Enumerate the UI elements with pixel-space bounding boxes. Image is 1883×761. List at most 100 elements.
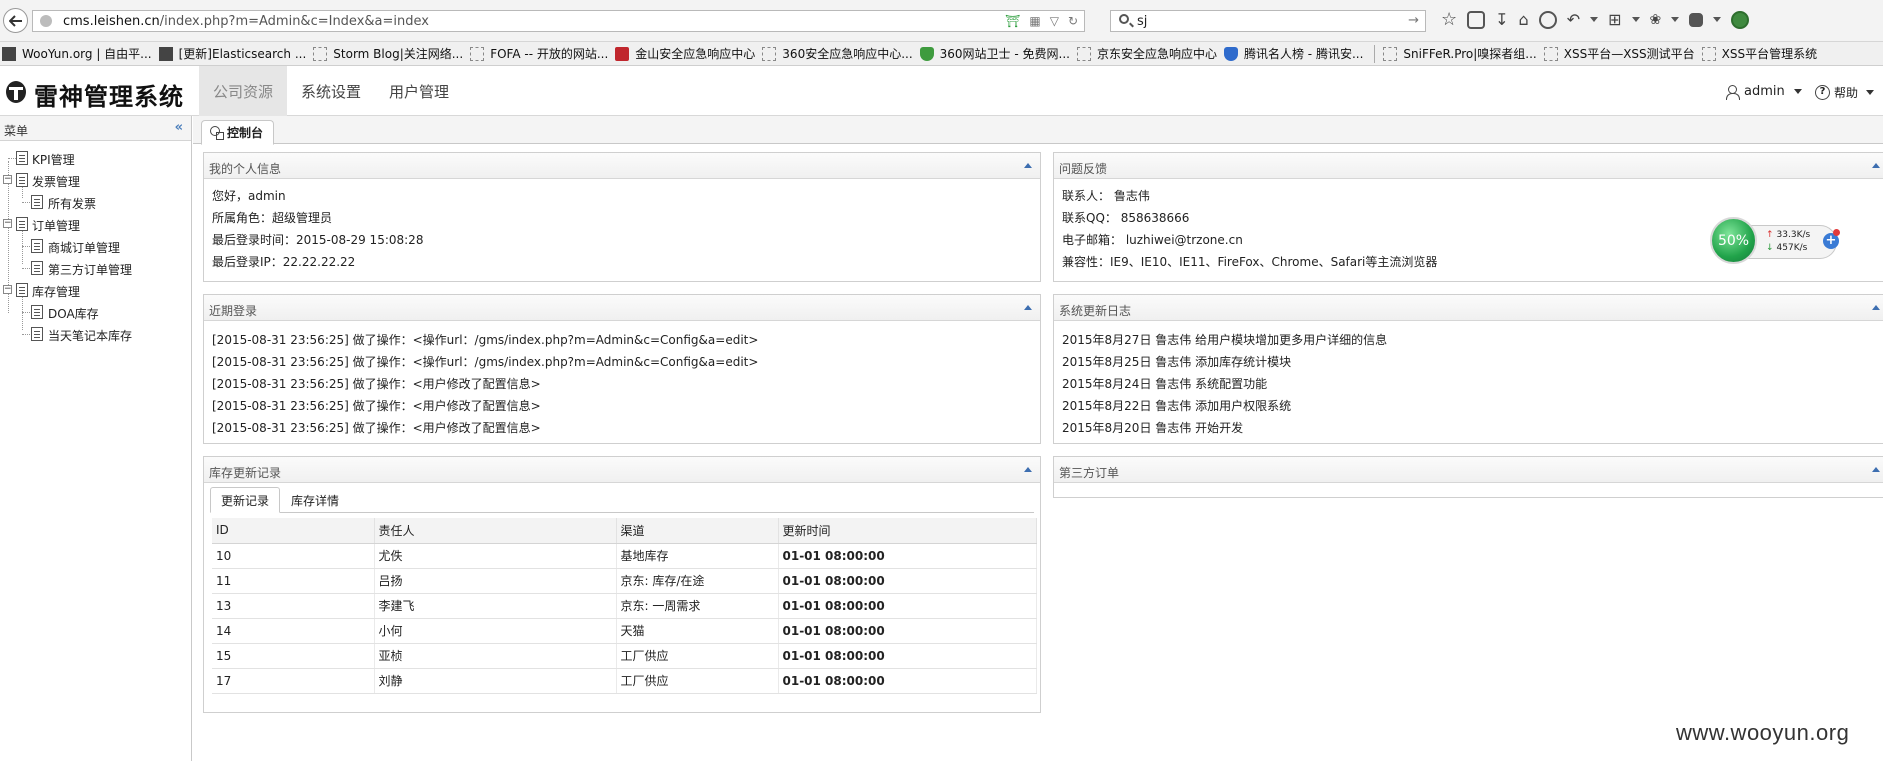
sidebar-item-notebook-inventory[interactable]: 当天笔记本库存 [0,323,191,345]
contact-text: 联系人： 鲁志伟 [1062,189,1150,203]
column-header-owner[interactable]: 责任人 [374,518,617,544]
back-button[interactable] [3,8,28,33]
panel-title: 近期登录 [209,304,258,318]
tab-inventory-details[interactable]: 库存详情 [280,487,350,513]
collapse-toggle-icon[interactable]: − [3,219,12,228]
bookmark-label: 金山安全应急响应中心 [635,47,756,61]
sidebar-item-all-invoices[interactable]: 所有发票 [0,191,191,213]
thunder-logo-icon [6,81,26,103]
sidebar-item-mall-orders[interactable]: 商城订单管理 [0,235,191,257]
collapse-sidebar-icon[interactable]: « [175,120,183,135]
back-arrow-icon [8,14,22,27]
dashboard-icon [210,126,224,140]
download-icon[interactable]: ↧ [1495,10,1508,29]
collapse-panel-icon[interactable] [1024,163,1032,168]
extensions-icon[interactable] [1689,12,1704,27]
home-icon[interactable]: ⌂ [1519,10,1529,29]
browser-toolbar-icons: ☆ ↧ ⌂ ↶ ⊞ ❀ [1441,10,1750,29]
nav-company-resources[interactable]: 公司资源 [199,66,288,116]
sidebar-item-label: KPI管理 [32,153,75,167]
chat-icon[interactable] [1538,10,1557,29]
sidebar-item-third-party-orders[interactable]: 第三方订单管理 [0,257,191,279]
bookmark-item[interactable]: 金山安全应急响应中心 [613,42,760,65]
search-go-icon[interactable]: → [1408,13,1419,28]
star-icon[interactable]: ☆ [1441,10,1457,29]
url-text[interactable]: cms.leishen.cn/index.php?m=Admin&c=Index… [63,14,429,29]
panel-header: 我的个人信息 [204,153,1040,179]
help-menu[interactable]: ? 帮助 [1815,84,1875,101]
column-header-id[interactable]: ID [212,518,375,544]
reader-mode-icon[interactable]: ▽ [1050,13,1059,29]
extensions-menu-caret-icon[interactable] [1713,17,1722,22]
page-icon [1076,46,1091,61]
sidebar-item-invoices[interactable]: − 发票管理 [0,169,191,191]
column-header-channel[interactable]: 渠道 [616,518,779,544]
sidebar-item-doa-inventory[interactable]: DOA库存 [0,301,191,323]
table-row[interactable]: 14 小何 天猫 01-01 08:00:00 [212,618,1037,644]
table-row[interactable]: 17 刘静 工厂供应 01-01 08:00:00 [212,668,1037,694]
secure-shield-icon[interactable]: ⛩ [1005,13,1020,29]
bookmark-item[interactable]: XSS平台管理系统 [1700,42,1822,65]
security-guard-icon[interactable] [1731,10,1750,29]
sidebar-item-kpi[interactable]: KPI管理 [0,147,191,169]
adblock-icon[interactable]: ❀ [1650,12,1662,28]
table-row[interactable]: 15 亚桢 工厂供应 01-01 08:00:00 [212,643,1037,669]
table-row[interactable]: 13 李建飞 京东: 一周需求 01-01 08:00:00 [212,593,1037,619]
qr-code-icon[interactable]: ▦ [1029,13,1040,29]
collapse-panel-icon[interactable] [1872,163,1880,168]
nav-system-settings[interactable]: 系统设置 [287,66,375,116]
reload-icon[interactable]: ↻ [1068,13,1078,29]
download-speed-value: 457K/s [1776,243,1808,253]
collapse-panel-icon[interactable] [1024,467,1032,472]
collapse-panel-icon[interactable] [1872,467,1880,472]
undo-icon[interactable]: ↶ [1567,10,1580,29]
bookmark-item[interactable]: 360网站卫士 - 免费网... [918,42,1075,65]
bookmark-item[interactable]: 360安全应急响应中心... [760,42,917,65]
collapse-toggle-icon[interactable]: − [3,285,12,294]
bookmark-separator [1374,44,1376,63]
undo-menu-caret-icon[interactable] [1590,17,1599,22]
crop-menu-caret-icon[interactable] [1631,17,1640,22]
bookmark-item[interactable]: 京东安全应急响应中心 [1075,42,1222,65]
url-actions: ⛩ ▦ ▽ ↻ [1005,13,1078,29]
cell-id: 14 [212,618,375,644]
search-input[interactable]: sj [1137,14,1147,29]
address-bar[interactable]: cms.leishen.cn/index.php?m=Admin&c=Index… [32,10,1085,32]
nav-user-management[interactable]: 用户管理 [375,66,463,116]
cell-updated: 01-01 08:00:00 [778,643,1037,669]
search-box[interactable]: sj → [1110,10,1426,32]
bookmark-item[interactable]: FOFA -- 开放的网站... [468,42,613,65]
bookmark-item[interactable]: WooYun.org | 自由平... [0,42,157,65]
bookmark-item[interactable]: [更新]Elasticsearch ... [157,42,312,65]
table-row[interactable]: 10 尤佚 基地库存 01-01 08:00:00 [212,543,1037,569]
memory-usage-ball[interactable]: 50% [1710,217,1757,264]
cell-channel: 京东: 一周需求 [616,593,779,619]
sidebar-item-inventory[interactable]: − 库存管理 [0,279,191,301]
bookmark-item[interactable]: 腾讯名人榜 - 腾讯安... [1222,42,1368,65]
collapse-panel-icon[interactable] [1024,305,1032,310]
cell-channel: 工厂供应 [616,643,779,669]
log-entry: [2015-08-31 23:56:25] 做了操作：<操作url：/gms/i… [212,333,759,347]
bookmark-item[interactable]: SniFFeR.Pro|嗅探者组... [1381,42,1541,65]
reading-list-icon[interactable] [1467,10,1486,29]
tab-strip: 控制台 [193,116,1883,145]
tab-dashboard[interactable]: 控制台 [201,120,275,145]
network-speed-widget[interactable]: 50% ↑ 33.3K/s ↓ 457K/s + [1710,217,1841,265]
adblock-menu-caret-icon[interactable] [1671,17,1680,22]
sidebar-item-orders[interactable]: − 订单管理 [0,213,191,235]
crop-icon[interactable]: ⊞ [1608,10,1621,29]
tab-update-records[interactable]: 更新记录 [210,487,281,513]
table-row[interactable]: 11 吕扬 京东: 库存/在途 01-01 08:00:00 [212,568,1037,594]
tree-connector [8,158,16,159]
bookmark-item[interactable]: XSS平台—XSS测试平台 [1542,42,1700,65]
changelog-entry: 2015年8月25日 鲁志伟 添加库存统计模块 [1062,355,1292,369]
column-header-updated[interactable]: 更新时间 [778,518,1037,544]
user-menu[interactable]: admin [1725,84,1802,100]
bookmark-label: 360网站卫士 - 免费网... [939,47,1070,61]
collapse-panel-icon[interactable] [1872,305,1880,310]
sidebar-item-label: 第三方订单管理 [48,263,133,277]
site-info-icon[interactable] [40,15,52,27]
collapse-toggle-icon[interactable]: − [3,175,12,184]
document-icon [31,305,43,319]
bookmark-item[interactable]: Storm Blog|关注网络... [311,42,468,65]
